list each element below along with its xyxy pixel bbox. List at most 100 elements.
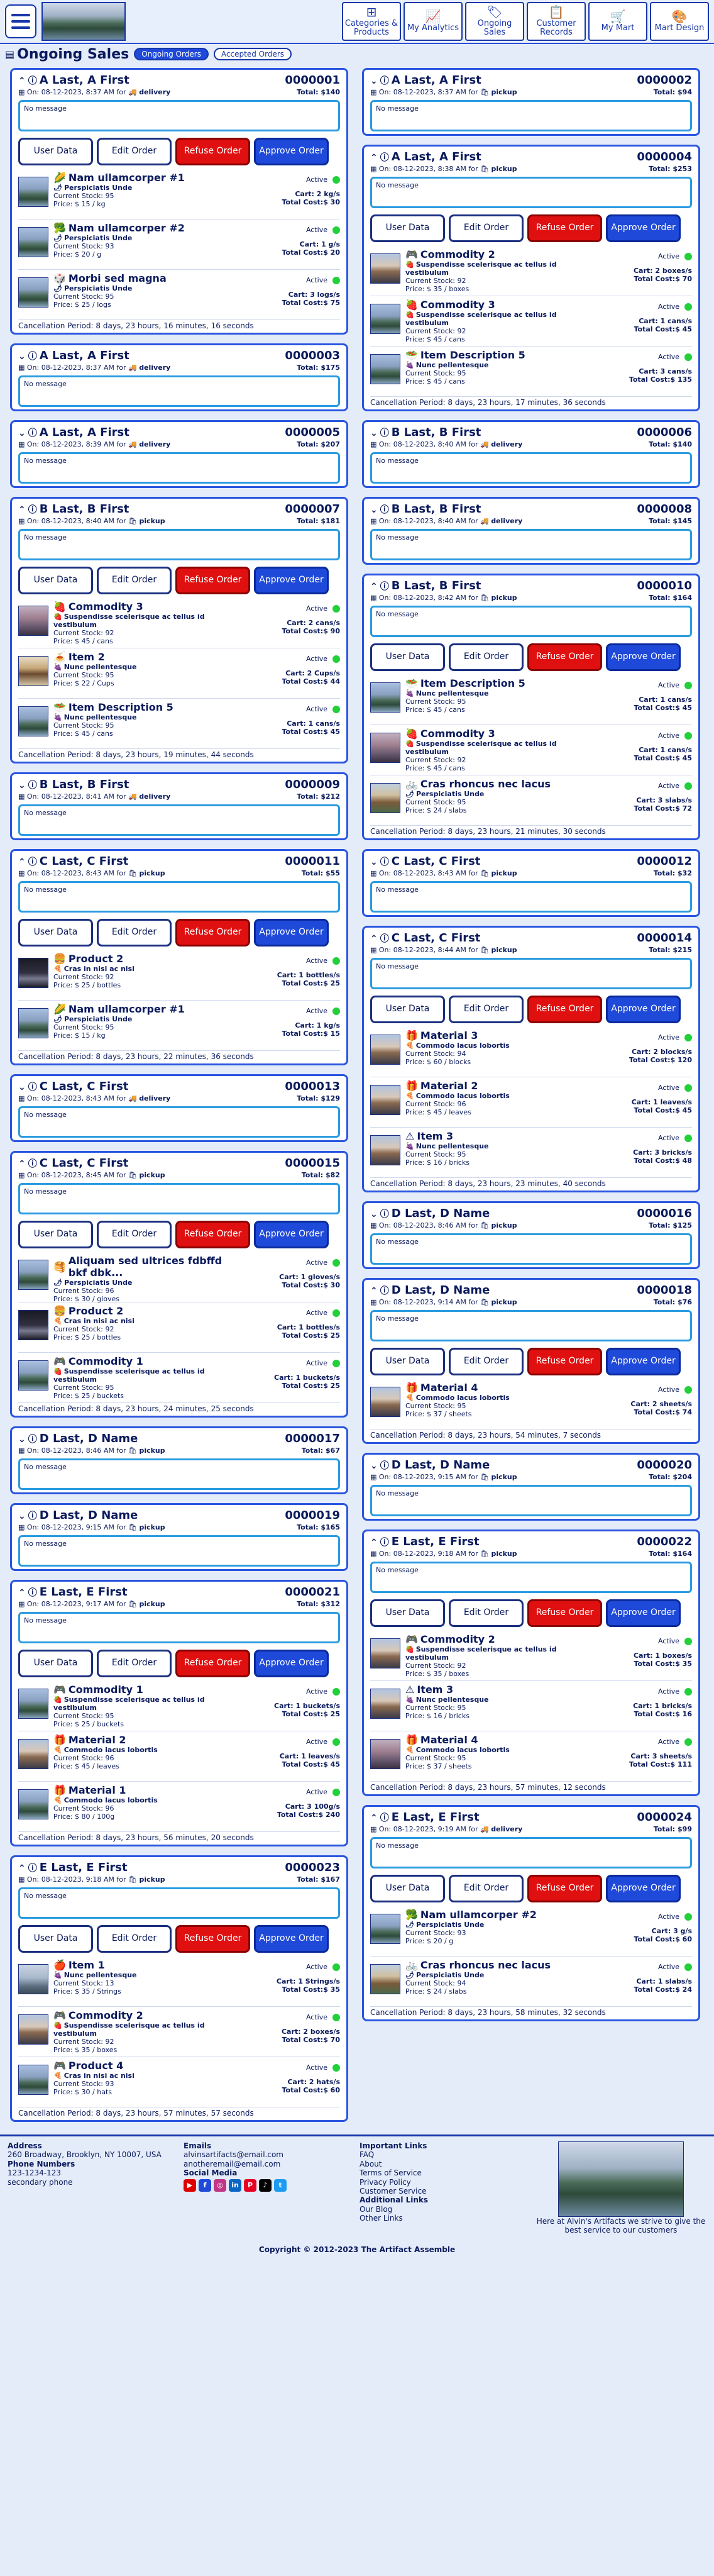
order-item-row[interactable]: 🎮 Commodity 2 🍓 Suspendisse scelerisque ac …: [370, 1631, 692, 1681]
user-data-button[interactable]: User Data: [18, 1221, 93, 1248]
approve-order-button[interactable]: Approve Order: [254, 1221, 329, 1248]
item-thumbnail[interactable]: [370, 1085, 400, 1115]
order-item-row[interactable]: 🥦 Nam ullamcorper #2 🌶 Perspiciatis Unde Cur…: [370, 1906, 692, 1957]
approve-order-button[interactable]: Approve Order: [606, 214, 681, 242]
order-item-row[interactable]: 🍓 Commodity 3 🍓 Suspendisse scelerisque ac …: [370, 296, 692, 347]
item-name[interactable]: 🍎 Item 1: [53, 1959, 233, 1971]
info-icon[interactable]: ⓘ: [380, 1209, 389, 1219]
item-name[interactable]: ⚠ Item 3: [405, 1130, 585, 1142]
refuse-order-button[interactable]: Refuse Order: [527, 1348, 602, 1375]
order-item-row[interactable]: 🍎 Item 1 🍇 Nunc pellentesque Current Stock: …: [18, 1957, 340, 2007]
order-message-box[interactable]: No message: [18, 881, 340, 913]
item-thumbnail[interactable]: [370, 1135, 400, 1165]
user-data-button[interactable]: User Data: [370, 643, 445, 671]
refuse-order-button[interactable]: Refuse Order: [175, 567, 250, 594]
order-message-box[interactable]: No message: [370, 1562, 692, 1593]
customer-name[interactable]: ⌃ ⓘ E Last, E First: [370, 1811, 480, 1824]
youtube-icon[interactable]: ▶: [184, 2179, 196, 2192]
item-name[interactable]: 🎮 Commodity 2: [53, 2009, 233, 2021]
order-item-row[interactable]: 🎁 Material 4 🍕 Commodo lacus lobortis Curren…: [370, 1379, 692, 1430]
footer-link[interactable]: About: [360, 2160, 536, 2168]
info-icon[interactable]: ⓘ: [28, 428, 37, 438]
item-thumbnail[interactable]: [18, 706, 48, 736]
order-message-box[interactable]: No message: [18, 1612, 340, 1643]
item-thumbnail[interactable]: [18, 177, 48, 207]
order-item-row[interactable]: 🌽 Nam ullamcorper #1 🌶 Perspiciatis Unde Cur…: [18, 1001, 340, 1051]
item-name[interactable]: 🥞 Aliquam sed ultrices fdbffd bkf dbk...: [53, 1255, 233, 1279]
approve-order-button[interactable]: Approve Order: [254, 1925, 329, 1953]
refuse-order-button[interactable]: Refuse Order: [175, 1925, 250, 1953]
info-icon[interactable]: ⓘ: [28, 1511, 37, 1521]
order-item-row[interactable]: 🍓 Commodity 3 🍓 Suspendisse scelerisque ac …: [18, 598, 340, 648]
order-message-box[interactable]: No message: [370, 1485, 692, 1516]
item-thumbnail[interactable]: [18, 606, 48, 636]
item-name[interactable]: 🥦 Nam ullamcorper #2: [405, 1909, 585, 1921]
info-icon[interactable]: ⓘ: [380, 582, 389, 592]
order-item-row[interactable]: 🎮 Product 4 🍕 Cras in nisi ac nisi Current S…: [18, 2057, 340, 2107]
order-message-box[interactable]: No message: [18, 1106, 340, 1138]
edit-order-button[interactable]: Edit Order: [449, 1875, 524, 1902]
item-thumbnail[interactable]: [18, 1964, 48, 1994]
item-name[interactable]: 🌽 Nam ullamcorper #1: [53, 1003, 233, 1015]
order-item-row[interactable]: 🥗 Item Description 5 🍇 Nunc pellentesque Cur…: [370, 675, 692, 725]
user-data-button[interactable]: User Data: [370, 996, 445, 1023]
chevron-down-icon[interactable]: ⌄: [370, 505, 378, 515]
item-thumbnail[interactable]: [370, 783, 400, 813]
item-thumbnail[interactable]: [18, 1008, 48, 1038]
item-name[interactable]: 🥦 Nam ullamcorper #2: [53, 222, 233, 234]
order-item-row[interactable]: 🥦 Nam ullamcorper #2 🌶 Perspiciatis Unde Cur…: [18, 219, 340, 270]
order-item-row[interactable]: 🍔 Product 2 🍕 Cras in nisi ac nisi Current S…: [18, 950, 340, 1001]
edit-order-button[interactable]: Edit Order: [449, 643, 524, 671]
customer-name[interactable]: ⌃ ⓘ D Last, D Name: [370, 1284, 490, 1297]
nav-mart-button[interactable]: 🛒 My Mart: [588, 2, 647, 41]
order-message-box[interactable]: No message: [370, 881, 692, 913]
chevron-up-icon[interactable]: ⌃: [18, 857, 26, 867]
item-name[interactable]: 🎁 Material 4: [405, 1734, 585, 1746]
item-thumbnail[interactable]: [18, 656, 48, 686]
chevron-down-icon[interactable]: ⌄: [18, 1435, 26, 1445]
item-name[interactable]: 🍔 Product 2: [53, 1305, 233, 1317]
order-item-row[interactable]: ⚠ Item 3 🍇 Nunc pellentesque Current Stock: …: [370, 1681, 692, 1731]
item-thumbnail[interactable]: [18, 2065, 48, 2095]
email-2[interactable]: anotheremail@email.com: [184, 2160, 360, 2168]
chevron-down-icon[interactable]: ⌄: [370, 1461, 378, 1471]
tab-accepted-orders[interactable]: Accepted Orders: [213, 48, 292, 60]
order-item-row[interactable]: 🚲 Cras rhoncus nec lacus 🌶 Perspiciatis Und…: [370, 775, 692, 826]
order-message-box[interactable]: No message: [18, 1458, 340, 1490]
chevron-down-icon[interactable]: ⌄: [370, 857, 378, 867]
footer-link[interactable]: Our Blog: [360, 2205, 536, 2214]
item-thumbnail[interactable]: [370, 1914, 400, 1944]
order-item-row[interactable]: 🥗 Item Description 5 🍇 Nunc pellentesque Cur…: [370, 347, 692, 397]
facebook-icon[interactable]: f: [199, 2179, 211, 2192]
order-item-row[interactable]: 🎁 Material 2 🍕 Commodo lacus lobortis Curren…: [370, 1077, 692, 1128]
order-item-row[interactable]: 🍓 Commodity 3 🍓 Suspendisse scelerisque ac …: [370, 725, 692, 775]
linkedin-icon[interactable]: in: [229, 2179, 241, 2192]
order-message-box[interactable]: No message: [18, 1887, 340, 1919]
item-name[interactable]: 🎁 Material 1: [53, 1784, 233, 1796]
brand-logo-image[interactable]: [41, 2, 126, 41]
order-item-row[interactable]: 🎮 Commodity 1 🍓 Suspendisse scelerisque ac …: [18, 1681, 340, 1731]
edit-order-button[interactable]: Edit Order: [449, 1348, 524, 1375]
item-thumbnail[interactable]: [370, 733, 400, 763]
item-thumbnail[interactable]: [18, 1789, 48, 1819]
info-icon[interactable]: ⓘ: [380, 428, 389, 438]
refuse-order-button[interactable]: Refuse Order: [175, 1650, 250, 1677]
info-icon[interactable]: ⓘ: [28, 1435, 37, 1445]
item-thumbnail[interactable]: [370, 1387, 400, 1417]
chevron-down-icon[interactable]: ⌄: [18, 1082, 26, 1092]
customer-name[interactable]: ⌄ ⓘ A Last, A First: [18, 426, 129, 439]
tab-ongoing-orders[interactable]: Ongoing Orders: [134, 48, 209, 60]
customer-name[interactable]: ⌃ ⓘ B Last, B First: [370, 579, 481, 592]
order-message-box[interactable]: No message: [370, 958, 692, 989]
order-item-row[interactable]: 🎁 Material 2 🍕 Commodo lacus lobortis Curren…: [18, 1731, 340, 1782]
order-item-row[interactable]: 🎁 Material 4 🍕 Commodo lacus lobortis Curren…: [370, 1731, 692, 1782]
nav-design-button[interactable]: 🎨 Mart Design: [650, 2, 709, 41]
footer-link[interactable]: FAQ: [360, 2150, 536, 2159]
item-name[interactable]: 🎲 Morbi sed magna: [53, 272, 233, 284]
refuse-order-button[interactable]: Refuse Order: [527, 996, 602, 1023]
customer-name[interactable]: ⌄ ⓘ D Last, D Name: [370, 1458, 490, 1472]
info-icon[interactable]: ⓘ: [380, 1286, 389, 1296]
item-thumbnail[interactable]: [18, 958, 48, 988]
refuse-order-button[interactable]: Refuse Order: [527, 214, 602, 242]
info-icon[interactable]: ⓘ: [380, 505, 389, 515]
